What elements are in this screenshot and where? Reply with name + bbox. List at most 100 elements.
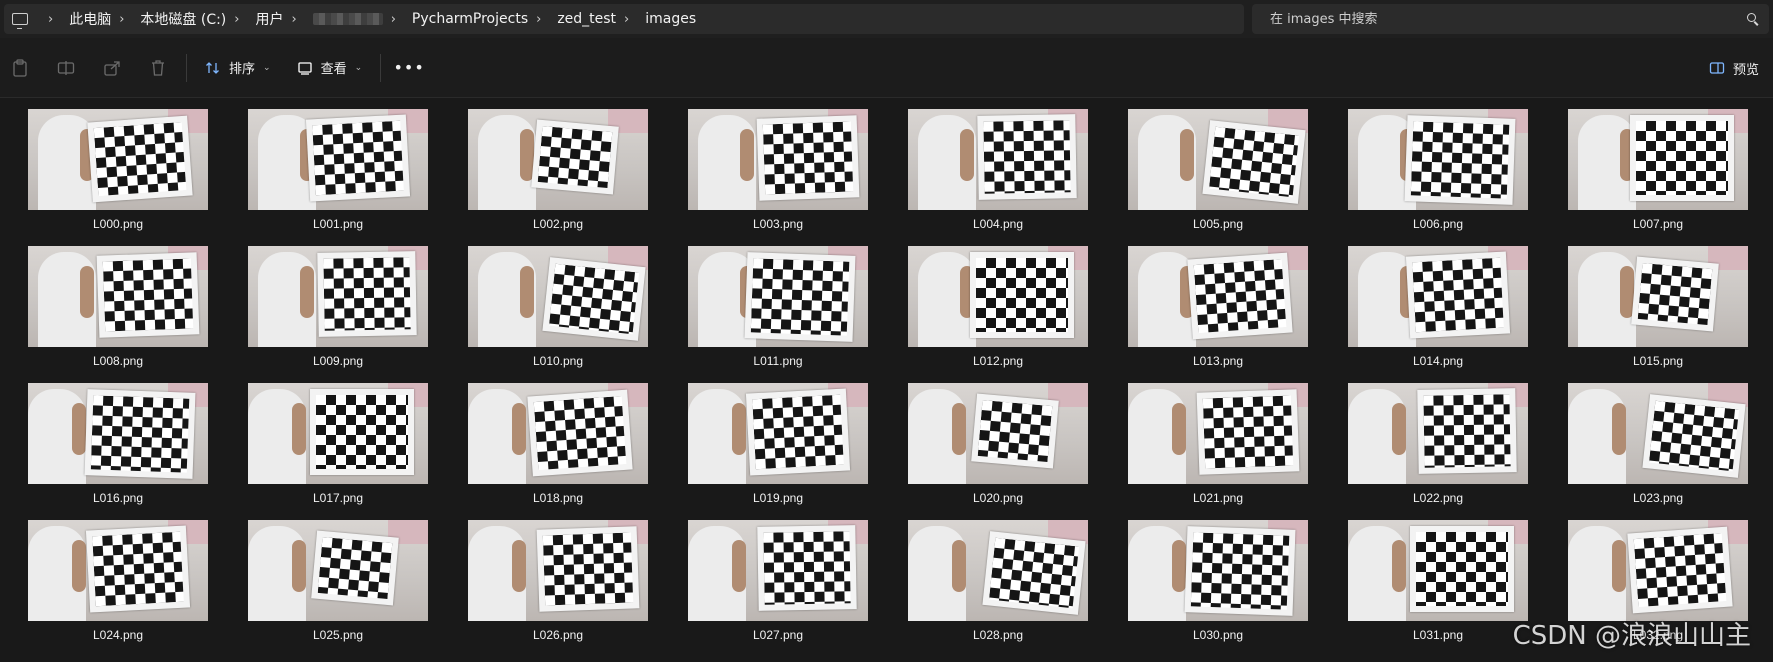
file-thumbnail — [688, 109, 868, 210]
file-item[interactable]: L023.png — [1548, 383, 1768, 520]
file-name: L027.png — [752, 628, 804, 642]
file-name: L020.png — [972, 491, 1024, 505]
file-item[interactable]: L001.png — [228, 109, 448, 246]
file-thumbnail — [908, 109, 1088, 210]
this-pc-icon[interactable] — [12, 13, 28, 29]
file-item[interactable]: L014.png — [1328, 246, 1548, 383]
file-item[interactable]: L009.png — [228, 246, 448, 383]
breadcrumb-item-zed-test[interactable]: zed_test — [557, 11, 616, 27]
file-name: L002.png — [532, 217, 584, 231]
breadcrumb-item-images[interactable]: images — [645, 11, 696, 27]
file-item[interactable]: L019.png — [668, 383, 888, 520]
chevron-right-icon[interactable]: › — [291, 12, 296, 27]
share-icon[interactable] — [92, 48, 132, 88]
chevron-right-icon[interactable]: › — [48, 12, 53, 27]
file-item[interactable]: L022.png — [1328, 383, 1548, 520]
sort-button[interactable]: 排序 ⌄ — [195, 51, 281, 85]
file-name: L014.png — [1412, 354, 1464, 368]
file-thumbnail — [688, 246, 868, 347]
file-item[interactable]: L003.png — [668, 109, 888, 246]
file-item[interactable]: L011.png — [668, 246, 888, 383]
search-icon[interactable] — [1747, 13, 1759, 25]
more-options-button[interactable]: ••• — [389, 51, 429, 85]
breadcrumb-item-pycharmprojects[interactable]: PycharmProjects — [412, 11, 528, 27]
chevron-down-icon: ⌄ — [354, 62, 363, 73]
file-thumbnail — [688, 383, 868, 484]
file-item[interactable]: L013.png — [1108, 246, 1328, 383]
file-thumbnail — [28, 520, 208, 621]
file-item[interactable]: L018.png — [448, 383, 668, 520]
file-item[interactable]: L020.png — [888, 383, 1108, 520]
chevron-right-icon[interactable]: › — [536, 12, 541, 27]
file-name: L006.png — [1412, 217, 1464, 231]
chevron-right-icon[interactable]: › — [119, 12, 124, 27]
file-item[interactable]: L025.png — [228, 520, 448, 657]
chevron-right-icon[interactable]: › — [234, 12, 239, 27]
file-thumbnail — [468, 520, 648, 621]
file-thumbnail — [248, 520, 428, 621]
file-item[interactable]: L008.png — [8, 246, 228, 383]
chevron-down-icon: ⌄ — [263, 62, 271, 73]
file-thumbnail — [1348, 246, 1528, 347]
file-name: L026.png — [532, 628, 584, 642]
file-item[interactable]: L016.png — [8, 383, 228, 520]
file-thumbnail — [908, 520, 1088, 621]
file-item[interactable]: L010.png — [448, 246, 668, 383]
file-thumbnail — [688, 520, 868, 621]
file-thumbnail — [1568, 520, 1748, 621]
file-item[interactable]: L015.png — [1548, 246, 1768, 383]
chevron-right-icon[interactable]: › — [391, 12, 396, 27]
preview-pane-button[interactable]: 预览 — [1709, 51, 1759, 85]
toolbar-divider — [186, 53, 187, 82]
file-name: L004.png — [972, 217, 1024, 231]
file-name: L021.png — [1192, 491, 1244, 505]
file-thumbnail — [1568, 383, 1748, 484]
file-name: L025.png — [312, 628, 364, 642]
breadcrumb-item-username-redacted[interactable] — [312, 13, 383, 25]
rename-icon[interactable] — [46, 48, 86, 88]
file-thumbnail — [1348, 109, 1528, 210]
file-thumbnail — [248, 383, 428, 484]
file-thumbnail — [28, 383, 208, 484]
file-thumbnail — [1348, 520, 1528, 621]
file-name: L000.png — [92, 217, 144, 231]
address-bar: › 此电脑 › 本地磁盘 (C:) › 用户 › › PycharmProjec… — [0, 0, 1773, 38]
delete-icon[interactable] — [138, 48, 178, 88]
file-name: L012.png — [972, 354, 1024, 368]
file-name: L023.png — [1632, 491, 1684, 505]
file-item[interactable]: L000.png — [8, 109, 228, 246]
search-input[interactable] — [1268, 10, 1747, 28]
file-thumbnail — [1128, 246, 1308, 347]
file-item[interactable]: L026.png — [448, 520, 668, 657]
file-thumbnail — [28, 109, 208, 210]
file-thumbnail — [28, 246, 208, 347]
chevron-right-icon[interactable]: › — [624, 12, 629, 27]
file-item[interactable]: L027.png — [668, 520, 888, 657]
breadcrumb-item-this-pc[interactable]: 此电脑 — [69, 9, 111, 29]
file-item[interactable]: L004.png — [888, 109, 1108, 246]
file-item[interactable]: L028.png — [888, 520, 1108, 657]
file-item[interactable]: L007.png — [1548, 109, 1768, 246]
file-item[interactable]: L030.png — [1108, 520, 1328, 657]
file-item[interactable]: L021.png — [1108, 383, 1328, 520]
file-item[interactable]: L017.png — [228, 383, 448, 520]
file-item[interactable]: L024.png — [8, 520, 228, 657]
file-name: L030.png — [1192, 628, 1244, 642]
toolbar-divider — [380, 53, 382, 82]
paste-icon[interactable] — [0, 48, 40, 88]
file-name: L024.png — [92, 628, 144, 642]
breadcrumb[interactable]: › 此电脑 › 本地磁盘 (C:) › 用户 › › PycharmProjec… — [4, 4, 1244, 34]
view-icon — [297, 61, 312, 75]
file-name: L016.png — [92, 491, 144, 505]
breadcrumb-item-local-disk[interactable]: 本地磁盘 (C:) — [140, 9, 226, 29]
file-item[interactable]: L002.png — [448, 109, 668, 246]
file-item[interactable]: L012.png — [888, 246, 1108, 383]
search-box[interactable] — [1252, 4, 1769, 34]
breadcrumb-item-users[interactable]: 用户 — [255, 9, 283, 29]
file-name: L028.png — [972, 628, 1024, 642]
file-item[interactable]: L005.png — [1108, 109, 1328, 246]
file-item[interactable]: L006.png — [1328, 109, 1548, 246]
file-thumbnail — [468, 383, 648, 484]
file-name: L001.png — [312, 217, 364, 231]
view-button[interactable]: 查看 ⌄ — [287, 51, 373, 85]
